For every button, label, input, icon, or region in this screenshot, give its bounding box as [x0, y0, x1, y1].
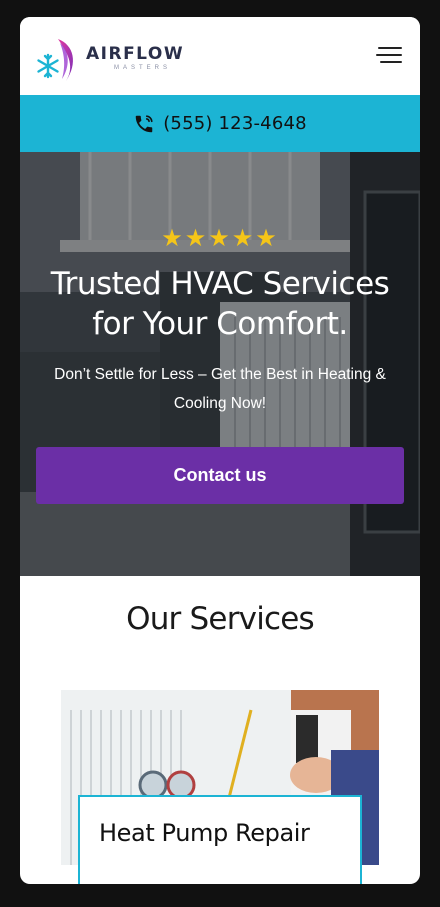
hero-title: Trusted HVAC Services for Your Comfort. [50, 266, 390, 342]
brand-subtitle: MASTERS [114, 65, 172, 71]
rating-stars: ★★★★★ [161, 225, 279, 252]
service-card-label[interactable]: Heat Pump Repair [78, 795, 362, 884]
service-title: Heat Pump Repair [99, 819, 310, 847]
page: AIRFLOW MASTERS (555) 123-4648 ★★★★★ Tru… [20, 17, 420, 884]
brand-name: AIRFLOW [86, 44, 185, 64]
phone-icon [135, 114, 153, 132]
phone-bar[interactable]: (555) 123-4648 [20, 95, 420, 152]
site-header: AIRFLOW MASTERS [20, 17, 420, 95]
contact-us-button[interactable]: Contact us [36, 447, 404, 504]
hero-subtitle: Don’t Settle for Less – Get the Best in … [54, 366, 386, 412]
services-heading: Our Services [126, 601, 315, 637]
hero-section: ★★★★★ Trusted HVAC Services for Your Com… [20, 152, 420, 576]
brand[interactable]: AIRFLOW MASTERS [86, 44, 184, 71]
hamburger-menu-icon[interactable] [376, 47, 402, 63]
phone-number: (555) 123-4648 [163, 113, 307, 134]
logo-icon[interactable] [36, 37, 80, 83]
